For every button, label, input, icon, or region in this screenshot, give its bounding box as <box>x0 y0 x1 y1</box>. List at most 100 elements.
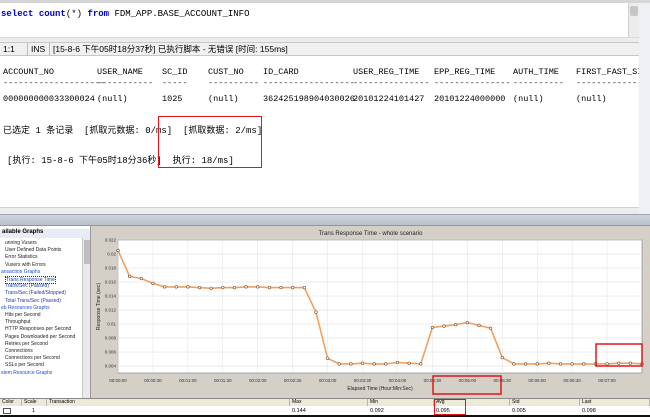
exec-timestamp-text: [执行: 15-8-6 下午05时18分36秒] <box>7 156 162 166</box>
tree-title: ailable Graphs <box>0 229 90 238</box>
editor-vertical-scrollbar[interactable] <box>628 3 639 37</box>
legend-column-header[interactable]: Max <box>290 399 368 406</box>
data-point <box>232 285 237 290</box>
sql-statement: select count(*) from FDM_APP.BASE_ACCOUN… <box>1 9 249 19</box>
fetch-time-highlight <box>158 116 262 168</box>
data-point <box>256 285 260 289</box>
data-point <box>477 323 481 327</box>
y-tick-label: 0.004 <box>105 364 117 369</box>
column-underline: ---------- <box>208 78 260 88</box>
sql-keyword-from: from <box>87 9 110 19</box>
x-tick-label: 00:01:00 <box>179 378 197 383</box>
x-tick-label: 00:02:30 <box>284 378 302 383</box>
y-tick-label: 0.014 <box>105 294 117 299</box>
column-underline: --------------- <box>434 78 511 88</box>
scroll-thumb[interactable] <box>84 240 90 264</box>
chart-title: Trans Response Time - whole scenario <box>318 231 423 237</box>
data-point <box>186 285 190 289</box>
legend-column-header[interactable]: Std <box>510 399 580 406</box>
tree-item[interactable]: Total Trans/Sec (Passed) <box>5 298 61 304</box>
data-point <box>337 362 341 366</box>
sql-editor[interactable]: select count(*) from FDM_APP.BASE_ACCOUN… <box>0 3 628 37</box>
data-point <box>221 285 225 290</box>
legend-column-header[interactable]: Scale <box>22 399 47 406</box>
legend-color-swatch[interactable] <box>3 408 11 414</box>
column-underline: ----------- <box>97 78 154 88</box>
result-cell: (null) <box>208 94 239 104</box>
tree-item[interactable]: Error Statistics <box>5 254 38 260</box>
query-results: ACCOUNT_NO USER_NAME SC_ID CUST_NO ID_CARD US… <box>0 57 639 207</box>
tree-item[interactable]: SSLs per Second <box>5 362 44 368</box>
avg-value-highlight <box>434 399 466 415</box>
tree-item[interactable]: stem Resource Graphs <box>1 370 52 376</box>
y-tick-label: 0.02 <box>107 252 116 257</box>
x-tick-label: 00:04:00 <box>389 378 407 383</box>
data-point <box>151 281 155 286</box>
x-tick-label: 00:00:00 <box>109 378 127 383</box>
y-tick-label: 0.016 <box>105 280 117 285</box>
tree-item[interactable]: Connections per Second <box>5 355 60 361</box>
data-point <box>128 274 132 279</box>
results-horizontal-scrollbar[interactable] <box>0 207 639 214</box>
legend-column-header[interactable]: Min <box>368 399 434 406</box>
result-cell: (null) <box>576 94 607 104</box>
data-point <box>617 361 621 365</box>
column-underline: ---------------- <box>576 78 639 88</box>
trans-response-time-chart: 0.022 0.02 0.018 0.016 0.014 0.012 0.01 0.008 0.… <box>96 238 644 395</box>
tree-item[interactable]: Retries per Second <box>5 341 48 347</box>
tree-item[interactable]: Vusers with Errors <box>5 262 46 268</box>
column-header: CUST_NO <box>208 67 244 77</box>
x-tick-label: 00:05:00 <box>459 378 477 383</box>
column-header: SC_ID <box>162 67 188 77</box>
data-point <box>291 285 295 290</box>
y-tick-label: 0.01 <box>107 322 116 327</box>
column-header: EPP_REG_TIME <box>434 67 496 77</box>
data-point <box>454 323 458 327</box>
data-point <box>116 248 120 253</box>
column-header: ID_CARD <box>263 67 299 77</box>
x-tick-label: 00:06:30 <box>563 378 581 383</box>
tree-vertical-scrollbar[interactable] <box>82 238 90 398</box>
tree-item[interactable]: Pages Downloaded per Second <box>5 334 75 340</box>
window-divider[interactable] <box>0 214 650 226</box>
legend-column-header[interactable]: Last <box>580 399 650 406</box>
x-tick-label: 00:07:00 <box>598 378 616 383</box>
available-graphs-tree: ailable Graphs unning Vusers User Defined… <box>0 226 91 398</box>
scroll-thumb[interactable] <box>630 6 638 16</box>
tree-item[interactable]: ansaction Graphs <box>1 269 40 275</box>
tree-item[interactable]: HTTP Responses per Second <box>5 326 71 332</box>
data-point <box>326 356 330 360</box>
data-point <box>489 326 493 330</box>
data-point <box>174 285 178 289</box>
tree-item[interactable]: unning Vusers <box>5 240 37 246</box>
tree-item[interactable]: Trans/Sec (Passed) <box>5 283 49 289</box>
legend-column-header[interactable]: Color <box>0 399 22 406</box>
data-point <box>162 285 167 289</box>
data-point <box>349 362 353 366</box>
column-header: USER_NAME <box>97 67 143 77</box>
data-point <box>535 362 539 366</box>
tree-item[interactable]: Connections <box>5 348 33 354</box>
right-gutter <box>639 3 650 214</box>
data-point <box>360 361 365 365</box>
data-point <box>267 285 271 290</box>
tree-item[interactable]: User Defined Data Points <box>5 247 61 253</box>
sql-keyword-select: select <box>1 9 34 19</box>
result-cell: (null) <box>97 94 128 104</box>
legend-column-header[interactable]: Transaction <box>47 399 290 406</box>
column-underline: ------------------ <box>263 78 355 88</box>
graph-legend-table: Color Scale Transaction Max Min Avg Std Last 1 0.… <box>0 398 650 417</box>
data-point <box>314 310 318 314</box>
tree-item[interactable]: eb Resources Graphs <box>1 305 50 311</box>
x-tick-label: 00:02:00 <box>249 378 267 383</box>
tree-item[interactable]: Hits per Second <box>5 312 41 318</box>
column-header: AUTH_TIME <box>513 67 559 77</box>
data-point <box>244 285 248 289</box>
column-underline: ----- <box>162 78 188 88</box>
result-cell: 000000000033300024 <box>3 94 95 104</box>
tree-item[interactable]: Throughput <box>5 319 31 325</box>
tree-item[interactable]: Trans/Sec (Failed/Stopped) <box>5 290 66 296</box>
y-tick-label: 0.012 <box>105 308 117 313</box>
data-point <box>582 362 586 366</box>
data-point <box>407 361 411 365</box>
